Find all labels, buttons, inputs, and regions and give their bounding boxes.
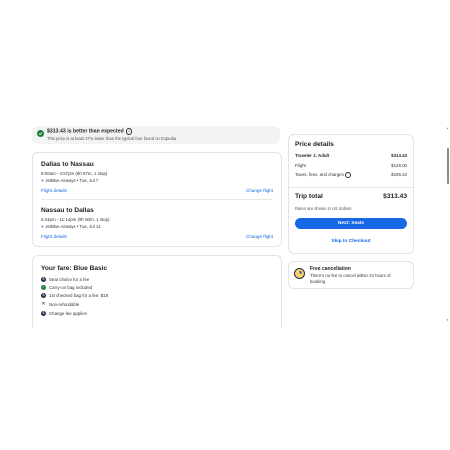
fare-card: Your fare: Blue Basic $ Seat choice for a… [32,255,282,328]
currency-note: Rates are shown in US dollars [295,206,352,211]
divider [41,199,273,200]
price-insight-title: $313.43 is better than expected i [47,128,133,135]
flight-label: Flight [295,163,306,168]
price-details-title: Price details [295,141,334,148]
next-seats-button[interactable]: Next: Seats [295,218,407,229]
flight-value: $128.00 [391,163,407,168]
skip-to-checkout-link[interactable]: Skip to Checkout [289,239,413,244]
divider [289,187,413,188]
outbound-route: Dallas to Nassau [41,161,94,168]
return-change-flight-link[interactable]: Change flight [246,234,273,239]
scroll-down-arrow-icon[interactable]: ▼ [446,318,449,322]
dollar-icon: $ [41,292,46,298]
price-insight-banner: $313.43 is better than expected i This pr… [32,126,280,144]
trip-total-value: $313.43 [383,193,407,200]
outbound-airline: ✈JetBlue Airways • Tue, Jul 7 [41,178,99,183]
outbound-change-flight-link[interactable]: Change flight [246,188,273,193]
traveler-label: Traveler 1: Adult [295,153,330,158]
clock-icon [294,268,305,279]
dollar-icon: $ [41,276,46,282]
fare-item: $ Change fee applies [41,310,87,316]
scroll-up-arrow-icon[interactable]: ▲ [446,126,449,130]
taxes-value: $185.43 [391,172,407,177]
flights-card: Dallas to Nassau 6:00am - 4:57pm (9h 57m… [32,152,282,247]
info-icon[interactable]: i [344,172,351,178]
free-cancellation-text: There's no fee to cancel within 24 hours… [310,273,391,284]
traveler-value: $313.43 [391,153,407,158]
fare-item: $1st checked bag for a fee: $18 [41,292,109,298]
trip-total-label: Trip total [295,193,323,200]
fare-item: ✕ Non-refundable [41,300,80,307]
outbound-flight-details-link[interactable]: Flight details [41,188,67,193]
return-flight-details-link[interactable]: Flight details [41,234,67,239]
fare-item: ✓ Carry-on bag included [41,284,93,290]
return-airline: ✈JetBlue Airways • Tue, Jul 14 [41,224,101,229]
return-time: 6:24pm - 11:14pm (9h 50m, 1 stop) [41,217,110,222]
free-cancellation-card: Free cancellation There's no fee to canc… [288,261,414,289]
check-circle-icon [37,130,44,137]
price-details-card: Price details Traveler 1: Adult $313.43 … [288,134,414,254]
price-insight-subtitle: This price is at least 37% lower than th… [47,136,177,141]
x-icon: ✕ [41,300,46,307]
info-icon[interactable]: i [125,128,133,135]
scrollbar-thumb[interactable] [446,148,449,184]
airline-logo-icon: ✈ [41,178,45,183]
fare-item: $ Seat choice for a fee [41,276,90,282]
fare-title: Your fare: Blue Basic [41,265,108,272]
dollar-icon: $ [41,310,46,316]
free-cancellation-title: Free cancellation [310,266,351,272]
airline-logo-icon: ✈ [41,224,45,229]
return-route: Nassau to Dallas [41,207,94,214]
outbound-time: 6:00am - 4:57pm (9h 57m, 1 stop) [41,171,108,176]
taxes-label: Taxes, fees, and charges i [295,172,351,178]
check-icon: ✓ [41,284,46,290]
